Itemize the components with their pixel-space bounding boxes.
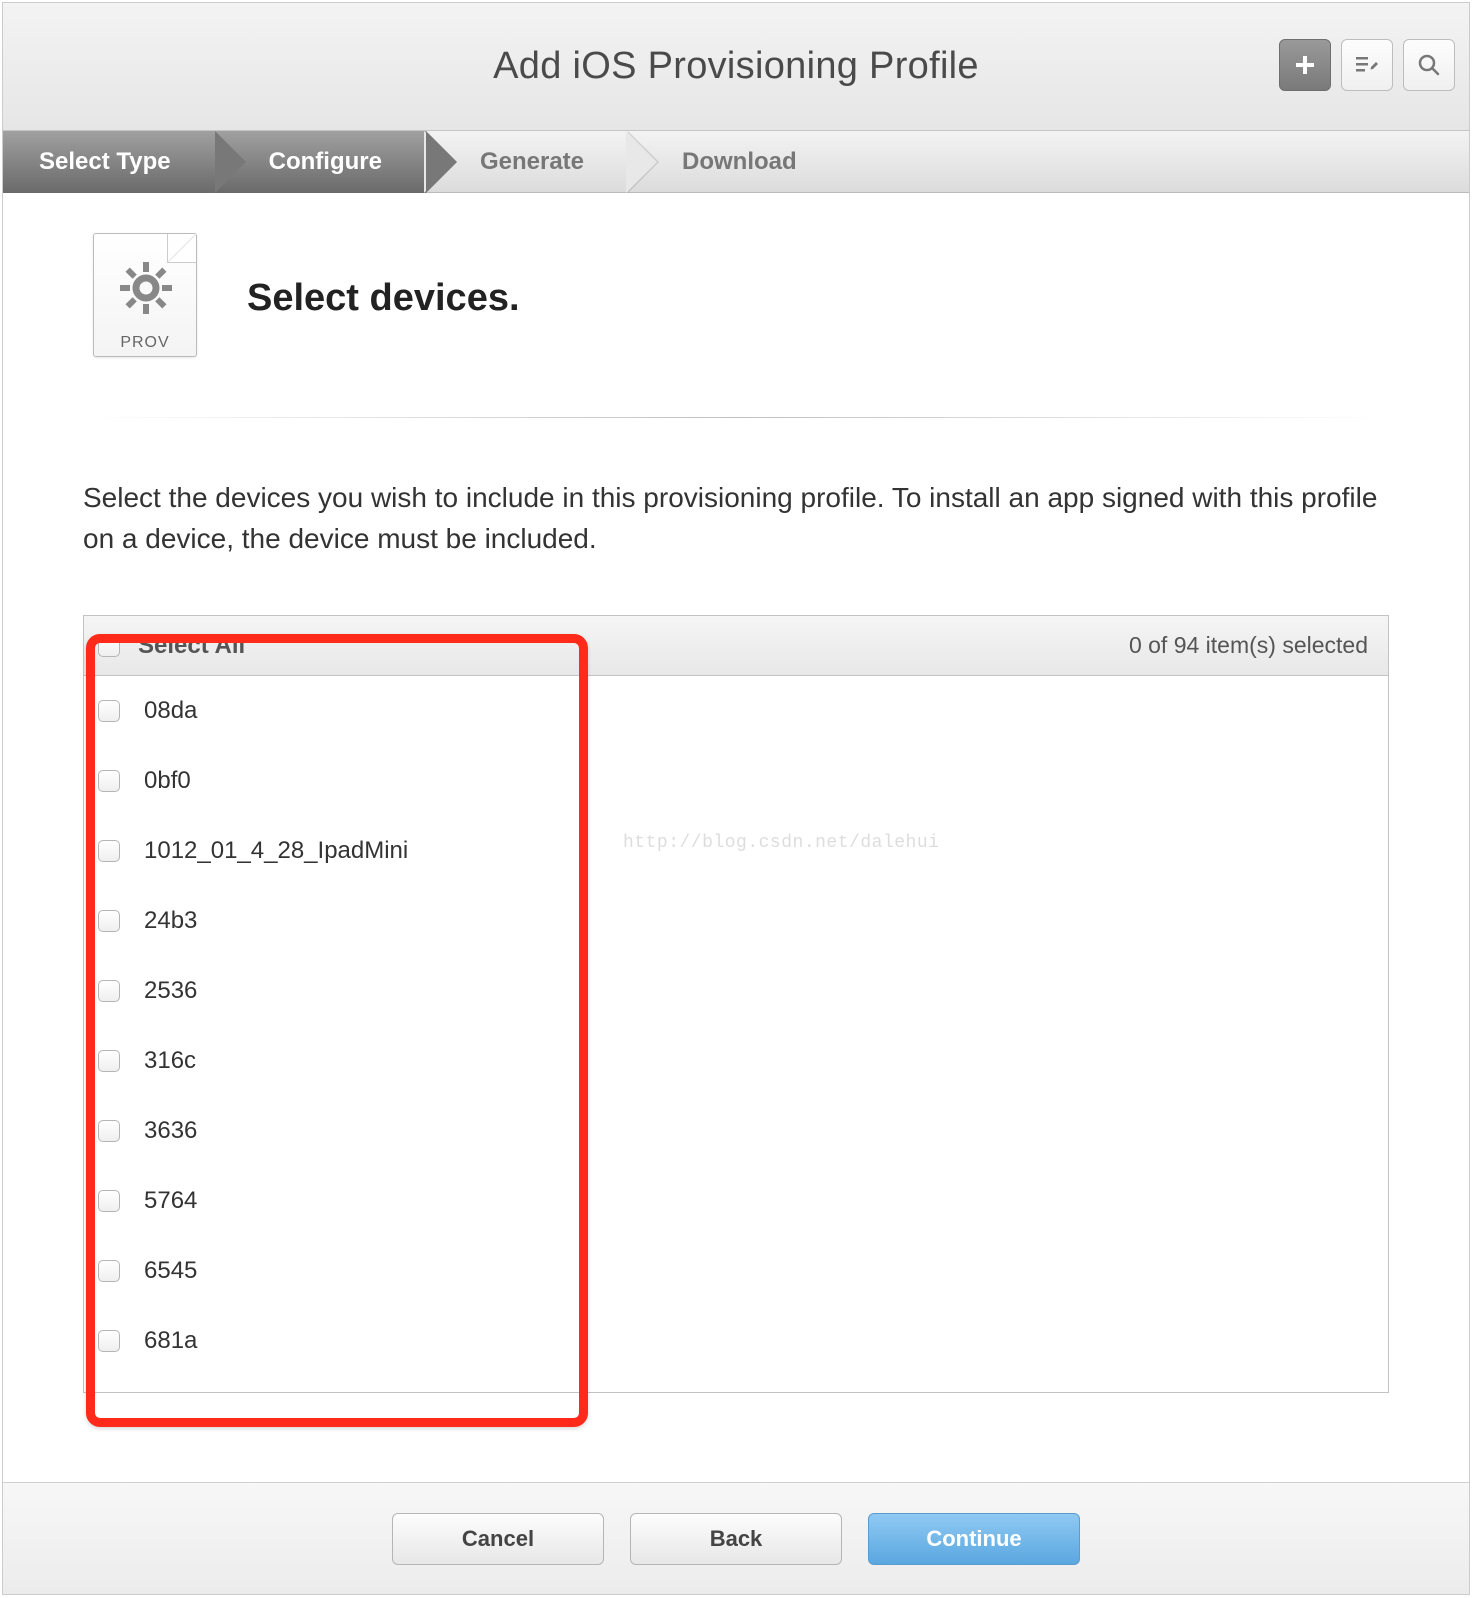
table-row[interactable]: 5764 — [84, 1166, 1388, 1236]
step-navigation: Select Type Configure Generate Download — [3, 131, 1469, 193]
device-checkbox[interactable] — [98, 910, 120, 932]
device-checkbox[interactable] — [98, 840, 120, 862]
table-row[interactable]: 3636 — [84, 1096, 1388, 1166]
select-all-checkbox[interactable] — [98, 635, 120, 657]
device-name: 5764 — [144, 1187, 197, 1215]
prov-icon-label: PROV — [94, 334, 196, 352]
table-row[interactable]: 1012_01_4_28_IpadMini — [84, 816, 1388, 886]
table-body[interactable]: 08da 0bf0 1012_01_4_28_IpadMini 24b3 2536 316… — [84, 676, 1388, 1392]
provisioning-profile-icon: PROV — [93, 233, 201, 363]
table-row[interactable]: 0bf0 — [84, 746, 1388, 816]
table-row[interactable]: 08da — [84, 676, 1388, 746]
table-row[interactable]: 681a — [84, 1306, 1388, 1376]
device-checkbox[interactable] — [98, 1190, 120, 1212]
selection-count: 0 of 94 item(s) selected — [1129, 632, 1368, 659]
search-button[interactable] — [1403, 39, 1455, 91]
device-checkbox[interactable] — [98, 1050, 120, 1072]
select-all-label: Select All — [138, 632, 245, 660]
edit-button[interactable] — [1341, 39, 1393, 91]
continue-button[interactable]: Continue — [868, 1513, 1080, 1565]
section-heading: Select devices. — [247, 277, 520, 320]
device-checkbox[interactable] — [98, 980, 120, 1002]
device-checkbox[interactable] — [98, 1330, 120, 1352]
cancel-button[interactable]: Cancel — [392, 1513, 604, 1565]
device-table: Select All 0 of 94 item(s) selected 08da… — [83, 615, 1389, 1393]
device-name: 08da — [144, 697, 197, 725]
page-title: Add iOS Provisioning Profile — [493, 45, 979, 88]
heading-row: PROV Select devices. — [83, 233, 1389, 363]
plus-icon — [1294, 54, 1316, 76]
table-row[interactable]: 316c — [84, 1026, 1388, 1096]
device-name: 2536 — [144, 977, 197, 1005]
device-name: 681a — [144, 1327, 197, 1355]
search-icon — [1417, 53, 1441, 77]
device-name: 24b3 — [144, 907, 197, 935]
device-name: 3636 — [144, 1117, 197, 1145]
table-row[interactable]: 2536 — [84, 956, 1388, 1026]
table-row[interactable]: 6545 — [84, 1236, 1388, 1306]
device-checkbox[interactable] — [98, 1260, 120, 1282]
device-name: 1012_01_4_28_IpadMini — [144, 837, 408, 865]
device-checkbox[interactable] — [98, 1120, 120, 1142]
gear-icon — [118, 260, 174, 316]
device-checkbox[interactable] — [98, 770, 120, 792]
header-toolbar — [1279, 39, 1455, 91]
table-row[interactable]: 24b3 — [84, 886, 1388, 956]
instructions-text: Select the devices you wish to include i… — [83, 478, 1389, 559]
device-name: 0bf0 — [144, 767, 191, 795]
divider — [83, 417, 1389, 418]
device-name: 316c — [144, 1047, 196, 1075]
step-select-type[interactable]: Select Type — [3, 131, 215, 193]
table-header: Select All 0 of 94 item(s) selected — [84, 616, 1388, 676]
device-name: 6545 — [144, 1257, 197, 1285]
edit-list-icon — [1354, 54, 1380, 76]
device-checkbox[interactable] — [98, 700, 120, 722]
bottom-action-bar: Cancel Back Continue — [3, 1482, 1469, 1594]
step-configure[interactable]: Configure — [215, 131, 426, 193]
step-download: Download — [628, 131, 841, 193]
add-button[interactable] — [1279, 39, 1331, 91]
page-header: Add iOS Provisioning Profile — [3, 3, 1469, 131]
back-button[interactable]: Back — [630, 1513, 842, 1565]
